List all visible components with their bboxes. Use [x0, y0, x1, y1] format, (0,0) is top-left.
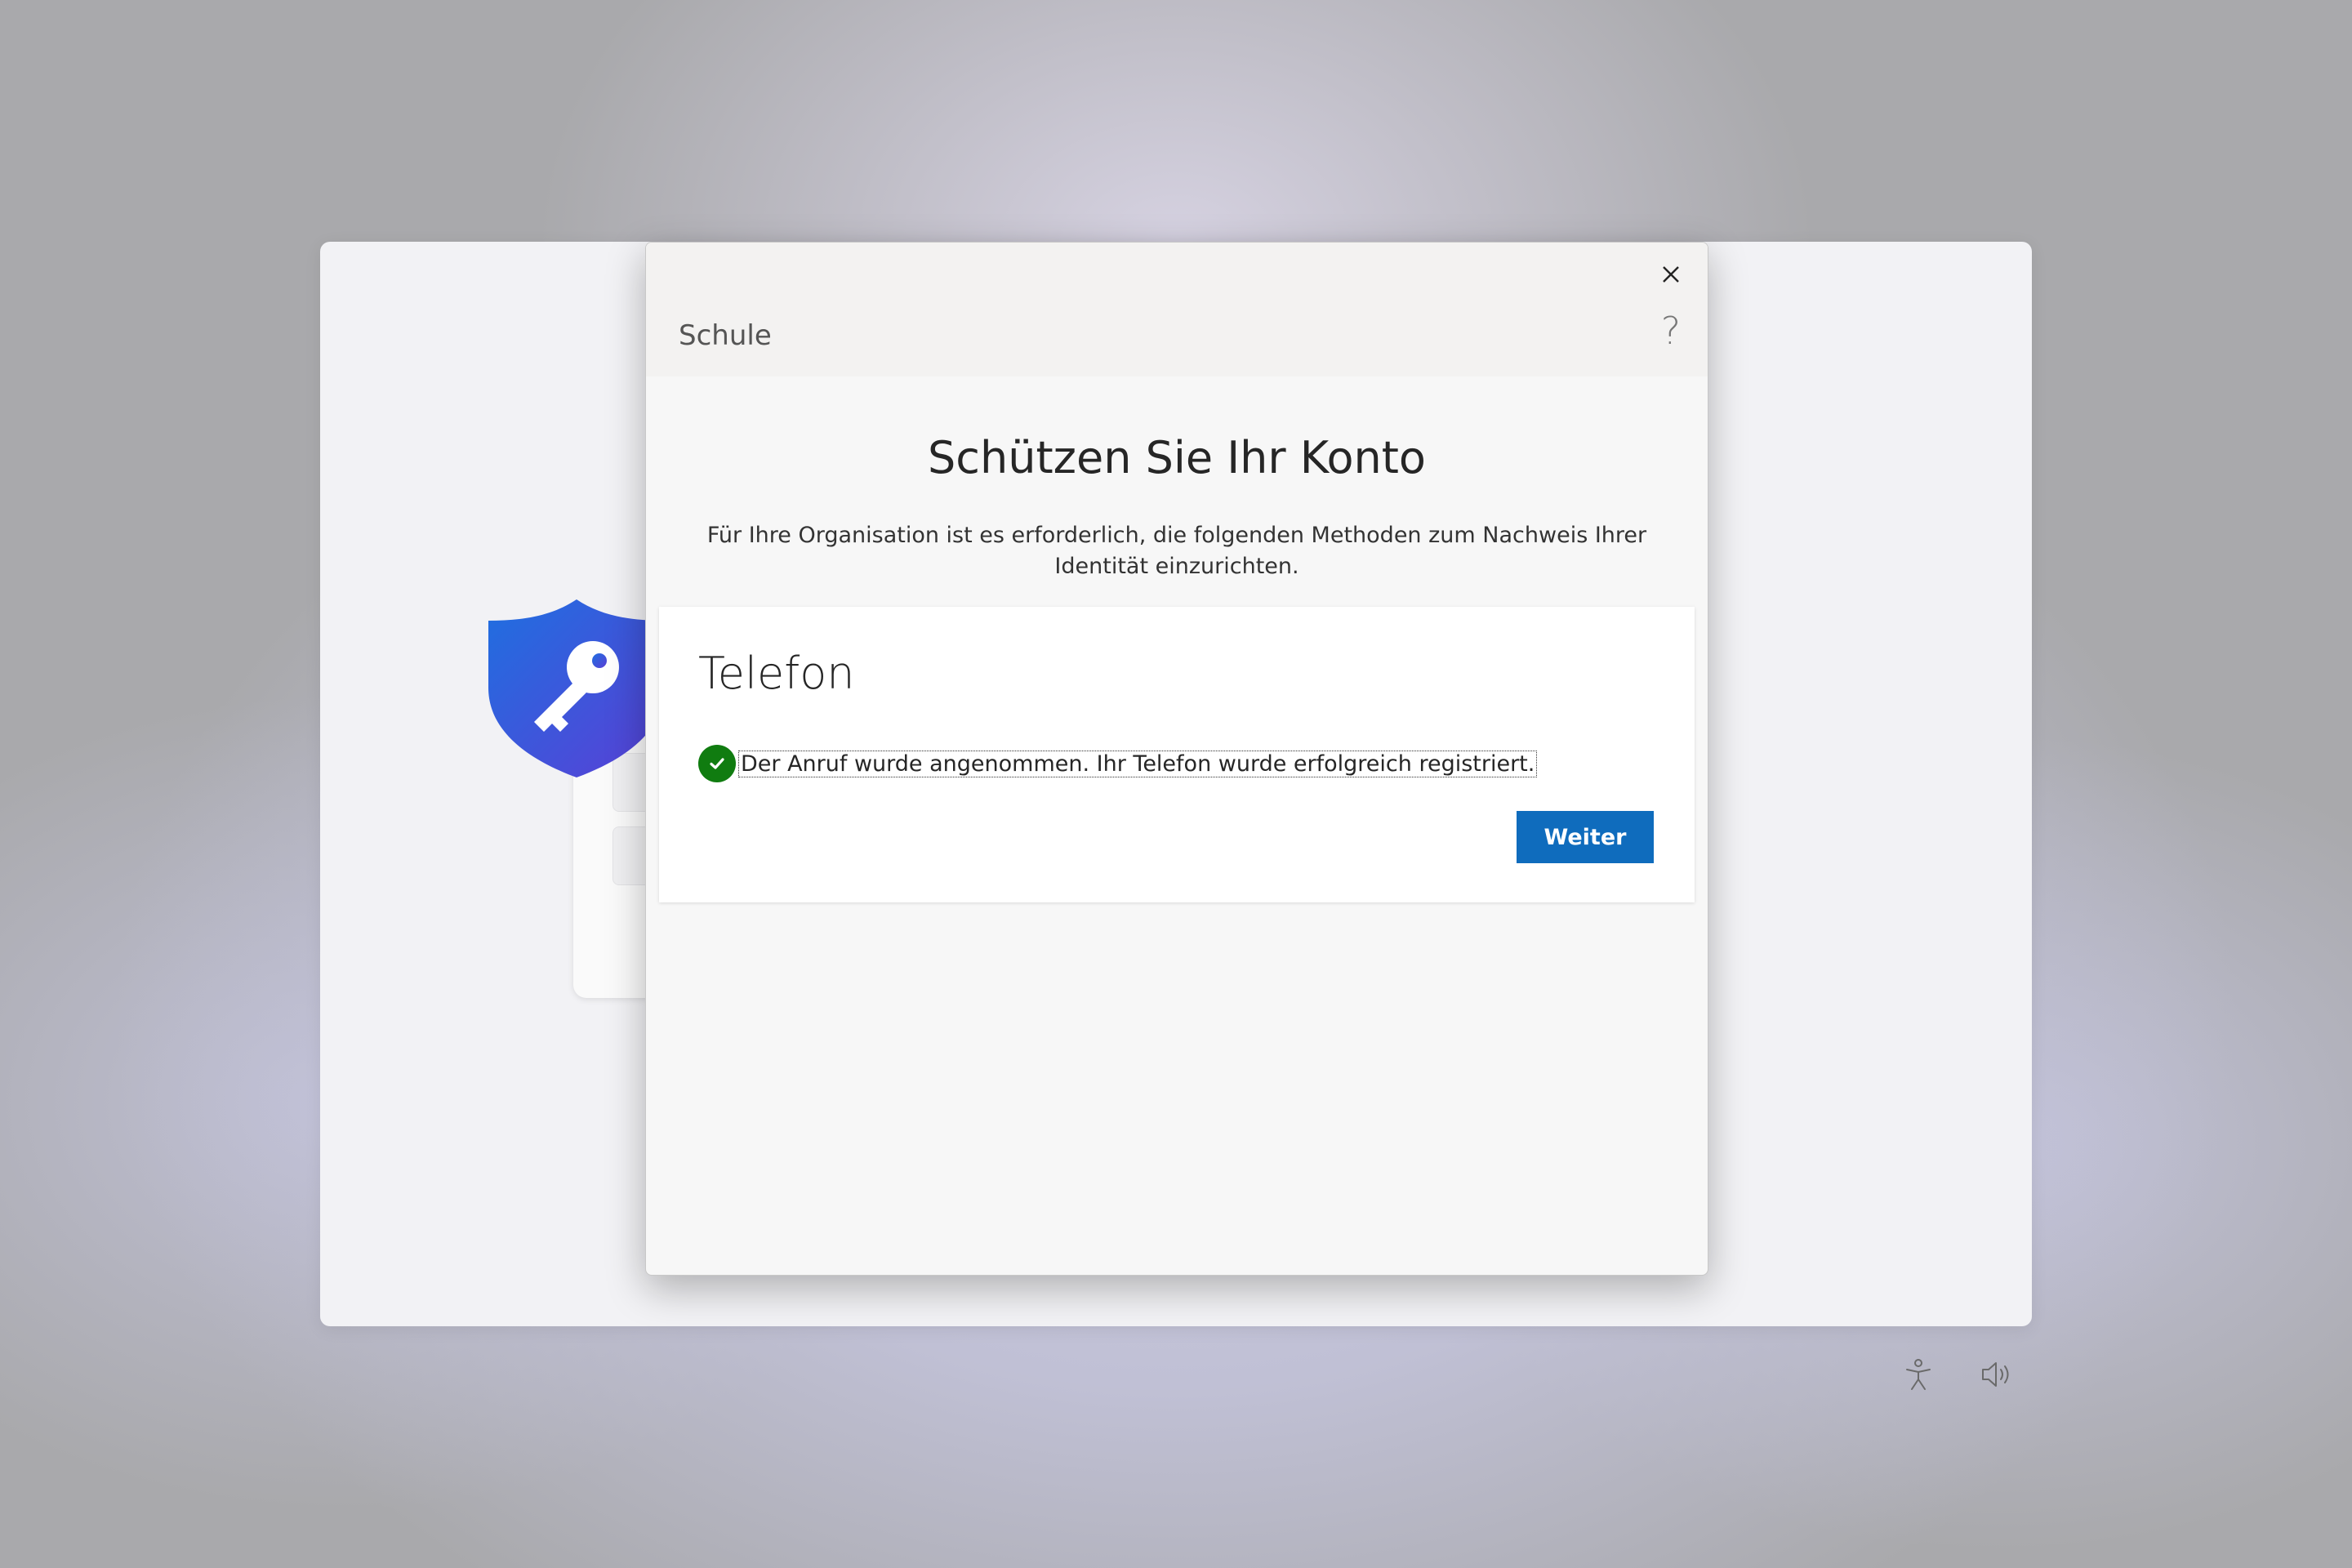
hero-illustration — [487, 598, 761, 998]
page-title: Schützen Sie Ihr Konto — [928, 432, 1426, 483]
method-title: Telefon — [698, 648, 855, 699]
status-message: Der Anruf wurde angenommen. Ihr Telefon … — [737, 750, 1538, 777]
close-icon — [1663, 266, 1679, 283]
close-button[interactable] — [1652, 256, 1690, 293]
organization-name: Schule — [679, 319, 772, 352]
checkmark-icon — [698, 745, 736, 782]
accessibility-icon[interactable] — [1898, 1354, 1939, 1395]
method-card: Telefon Der Anruf wurde angenommen. Ihr … — [659, 607, 1695, 902]
page-subtitle: Für Ihre Organisation ist es erforderlic… — [706, 523, 1647, 579]
status-row: Der Anruf wurde angenommen. Ihr Telefon … — [698, 744, 1538, 783]
volume-icon[interactable] — [1976, 1354, 2017, 1395]
mfa-setup-dialog: Schule ? Schützen Sie Ihr Konto Für Ihre… — [645, 242, 1708, 1276]
dialog-header: Schule ? — [646, 243, 1708, 376]
shield-key-icon — [488, 599, 665, 777]
next-button[interactable]: Weiter — [1517, 811, 1654, 863]
help-icon[interactable]: ? — [1652, 308, 1690, 354]
